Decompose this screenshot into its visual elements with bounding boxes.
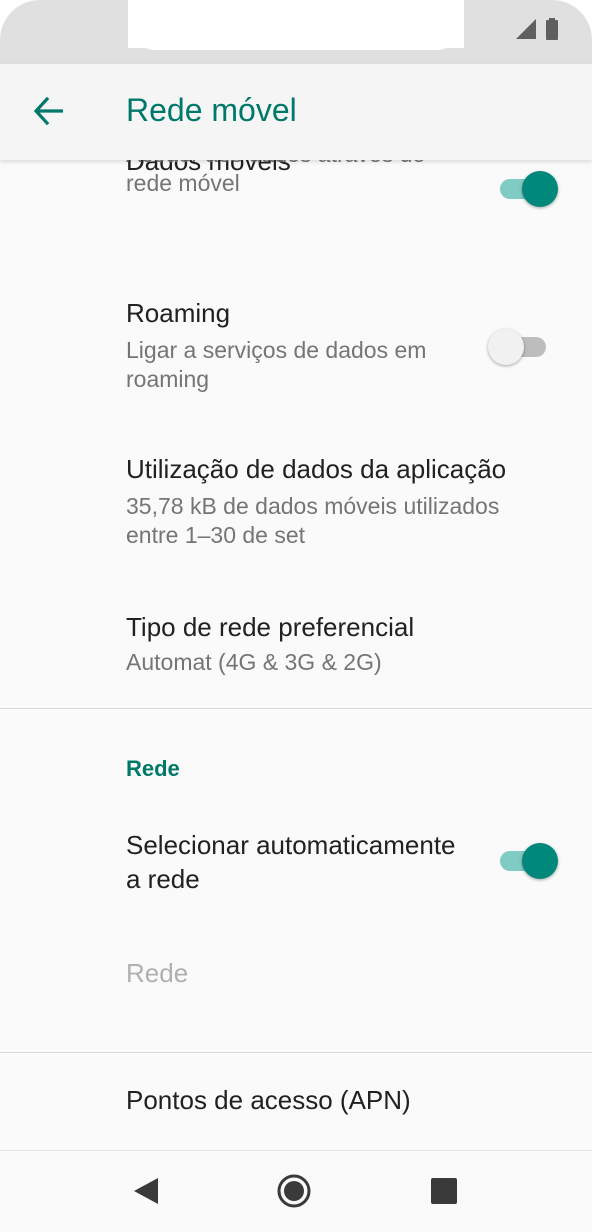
mobile-data-switch[interactable]	[498, 168, 558, 208]
page-title: Rede móvel	[126, 92, 297, 128]
roaming-switch[interactable]	[488, 326, 548, 366]
nav-back-button[interactable]	[126, 1173, 166, 1213]
auto-select-network-title: Selecionar automaticamente a rede	[126, 830, 456, 894]
auto-select-network-switch[interactable]	[498, 840, 558, 880]
app-bar: Rede móvel	[0, 64, 592, 160]
navigation-bar	[0, 1150, 592, 1232]
apn-title: Pontos de acesso (APN)	[126, 1085, 411, 1115]
preferred-network-item[interactable]: Tipo de rede preferencial Automat (4G & …	[0, 582, 592, 708]
auto-select-network-item[interactable]: Selecionar automaticamente a rede	[0, 802, 592, 918]
nav-recents-icon	[430, 1177, 458, 1210]
section-header-network: Rede	[126, 756, 180, 781]
network-title: Rede	[126, 958, 189, 988]
battery-icon	[546, 18, 558, 45]
divider	[0, 708, 592, 709]
roaming-summary: Ligar a serviços de dados em roaming	[126, 337, 427, 392]
mobile-data-item[interactable]: Dados móveis Aceder aos dados através de…	[0, 160, 592, 270]
display-notch	[128, 0, 464, 50]
apn-item[interactable]: Pontos de acesso (APN)	[0, 1053, 592, 1150]
network-item: Rede	[0, 932, 592, 1022]
roaming-item[interactable]: Roaming Ligar a serviços de dados em roa…	[0, 270, 592, 420]
nav-home-button[interactable]	[274, 1173, 314, 1213]
nav-home-icon	[276, 1173, 312, 1214]
signal-icon	[516, 19, 536, 44]
arrow-left-icon	[33, 96, 65, 130]
nav-back-icon	[132, 1176, 160, 1211]
app-data-usage-item[interactable]: Utilização de dados da aplicação 35,78 k…	[0, 426, 592, 582]
roaming-title: Roaming	[126, 298, 231, 328]
preferred-network-summary: Automat (4G & 3G & 2G)	[126, 649, 382, 675]
back-button[interactable]	[22, 88, 76, 138]
nav-recents-button[interactable]	[424, 1173, 464, 1213]
mobile-data-summary: Aceder aos dados através de rede móvel	[126, 160, 425, 196]
status-bar	[0, 0, 592, 64]
settings-list[interactable]: Dados móveis Aceder aos dados através de…	[0, 160, 592, 1150]
screen: Rede móvel Dados móveis Aceder aos dados…	[0, 0, 592, 1232]
app-data-usage-summary: 35,78 kB de dados móveis utilizados entr…	[126, 493, 500, 548]
preferred-network-title: Tipo de rede preferencial	[126, 612, 415, 642]
app-data-usage-title: Utilização de dados da aplicação	[126, 454, 507, 484]
